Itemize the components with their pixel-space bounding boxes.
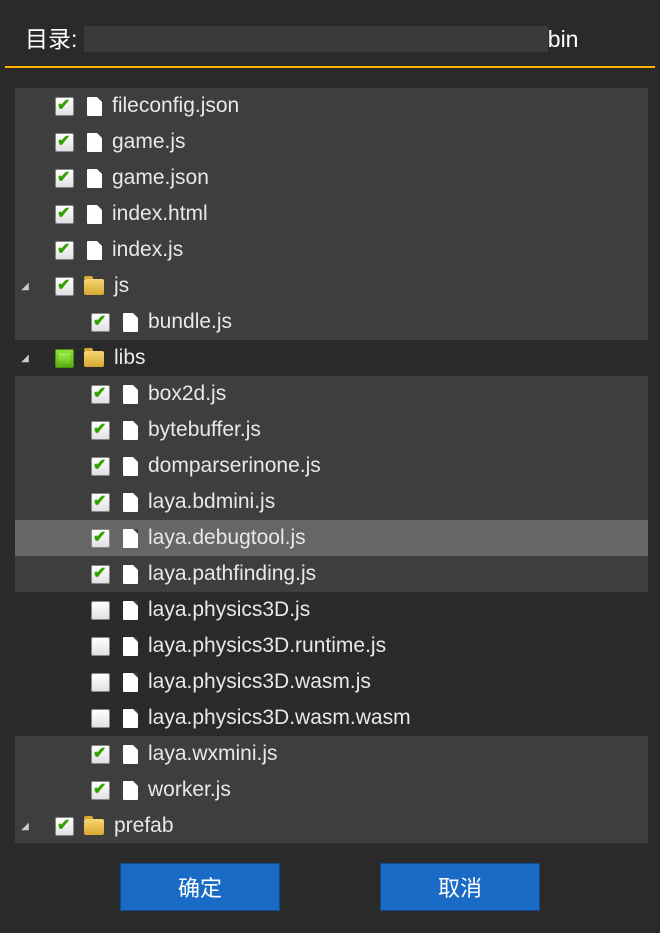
checkbox[interactable] <box>55 241 74 260</box>
tree-row[interactable]: ◢ js <box>15 268 648 304</box>
file-name-label: laya.pathfinding.js <box>148 562 316 586</box>
file-icon <box>123 745 138 764</box>
file-name-label: worker.js <box>148 778 231 802</box>
checkbox[interactable] <box>91 529 110 548</box>
file-icon <box>87 97 102 116</box>
file-icon <box>123 781 138 800</box>
file-name-label: game.json <box>112 166 209 190</box>
checkbox[interactable] <box>91 601 110 620</box>
button-bar: 确定 取消 <box>0 843 660 921</box>
file-name-label: laya.wxmini.js <box>148 742 278 766</box>
checkbox[interactable] <box>91 565 110 584</box>
file-icon <box>123 565 138 584</box>
file-icon <box>123 673 138 692</box>
file-icon <box>87 241 102 260</box>
file-icon <box>123 529 138 548</box>
checkbox[interactable] <box>55 133 74 152</box>
tree-row[interactable]: laya.pathfinding.js <box>15 556 648 592</box>
file-name-label: domparserinone.js <box>148 454 321 478</box>
file-icon <box>123 457 138 476</box>
checkbox[interactable] <box>91 385 110 404</box>
tree-row[interactable]: laya.bdmini.js <box>15 484 648 520</box>
folder-icon <box>84 819 104 835</box>
file-name-label: fileconfig.json <box>112 94 239 118</box>
tree-row[interactable]: bundle.js <box>15 304 648 340</box>
checkbox[interactable] <box>91 493 110 512</box>
file-icon <box>123 385 138 404</box>
file-icon <box>87 133 102 152</box>
tree-row[interactable]: ◢ libs <box>15 340 648 376</box>
file-icon <box>87 205 102 224</box>
file-name-label: laya.bdmini.js <box>148 490 275 514</box>
tree-row[interactable]: index.js <box>15 232 648 268</box>
tree-row[interactable]: worker.js <box>15 772 648 808</box>
file-name-label: prefab <box>114 814 174 838</box>
file-name-label: laya.physics3D.runtime.js <box>148 634 386 658</box>
tree-row[interactable]: ◢ prefab <box>15 808 648 843</box>
checkbox[interactable] <box>91 673 110 692</box>
file-name-label: laya.debugtool.js <box>148 526 306 550</box>
checkbox[interactable] <box>55 349 74 368</box>
folder-icon <box>84 351 104 367</box>
tree-row[interactable]: laya.debugtool.js <box>15 520 648 556</box>
file-icon <box>123 493 138 512</box>
tree-row[interactable]: laya.wxmini.js <box>15 736 648 772</box>
file-name-label: js <box>114 274 129 298</box>
expand-icon[interactable]: ◢ <box>15 821 35 832</box>
checkbox[interactable] <box>91 781 110 800</box>
ok-button[interactable]: 确定 <box>120 863 280 911</box>
tree-row[interactable]: fileconfig.json <box>15 88 648 124</box>
tree-row[interactable]: index.html <box>15 196 648 232</box>
cancel-button[interactable]: 取消 <box>380 863 540 911</box>
file-name-label: box2d.js <box>148 382 226 406</box>
checkbox[interactable] <box>55 97 74 116</box>
file-name-label: bundle.js <box>148 310 232 334</box>
checkbox[interactable] <box>91 421 110 440</box>
file-name-label: libs <box>114 346 146 370</box>
file-name-label: index.js <box>112 238 183 262</box>
file-name-label: game.js <box>112 130 186 154</box>
tree-row[interactable]: laya.physics3D.wasm.js <box>15 664 648 700</box>
file-name-label: index.html <box>112 202 208 226</box>
file-icon <box>123 313 138 332</box>
file-name-label: laya.physics3D.js <box>148 598 310 622</box>
expand-icon[interactable]: ◢ <box>15 281 35 292</box>
checkbox[interactable] <box>91 745 110 764</box>
tree-row[interactable]: box2d.js <box>15 376 648 412</box>
checkbox[interactable] <box>91 637 110 656</box>
file-tree[interactable]: fileconfig.json game.js game.json index.htm… <box>0 88 660 843</box>
file-name-label: bytebuffer.js <box>148 418 261 442</box>
tree-row[interactable]: domparserinone.js <box>15 448 648 484</box>
checkbox[interactable] <box>91 457 110 476</box>
checkbox[interactable] <box>55 277 74 296</box>
file-name-label: laya.physics3D.wasm.wasm <box>148 706 411 730</box>
file-icon <box>87 169 102 188</box>
file-name-label: laya.physics3D.wasm.js <box>148 670 371 694</box>
checkbox[interactable] <box>91 709 110 728</box>
tree-row[interactable]: bytebuffer.js <box>15 412 648 448</box>
header: 目录: xxxxxxxxxxxxxxxxxxxxxxxxxxxxxxxxxxxx… <box>0 20 660 66</box>
file-icon <box>123 601 138 620</box>
divider <box>5 66 655 68</box>
checkbox[interactable] <box>55 205 74 224</box>
tree-row[interactable]: laya.physics3D.wasm.wasm <box>15 700 648 736</box>
dialog: 目录: xxxxxxxxxxxxxxxxxxxxxxxxxxxxxxxxxxxx… <box>0 0 660 933</box>
tree-row[interactable]: game.json <box>15 160 648 196</box>
file-icon <box>123 421 138 440</box>
tree-row[interactable]: laya.physics3D.js <box>15 592 648 628</box>
file-icon <box>123 637 138 656</box>
expand-icon[interactable]: ◢ <box>15 353 35 364</box>
tree-row[interactable]: laya.physics3D.runtime.js <box>15 628 648 664</box>
directory-label: 目录: xxxxxxxxxxxxxxxxxxxxxxxxxxxxxxxxxxxx… <box>25 26 578 52</box>
folder-icon <box>84 279 104 295</box>
checkbox[interactable] <box>91 313 110 332</box>
checkbox[interactable] <box>55 169 74 188</box>
file-icon <box>123 709 138 728</box>
tree-row[interactable]: game.js <box>15 124 648 160</box>
checkbox[interactable] <box>55 817 74 836</box>
